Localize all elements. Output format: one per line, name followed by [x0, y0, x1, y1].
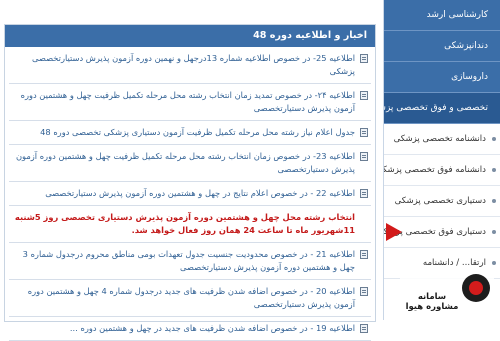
bullet-icon [492, 199, 496, 203]
bullet-icon [492, 261, 496, 265]
document-icon [360, 287, 368, 296]
document-icon [360, 91, 368, 100]
list-item[interactable]: اطلاعیه 21 - در خصوص محدودیت جنسیت جدول … [9, 243, 371, 280]
panel-title: اخبار و اطلاعیه دوره 48 [5, 25, 375, 47]
news-panel: اخبار و اطلاعیه دوره 48 اطلاعیه 25- در خ… [4, 24, 376, 341]
list-item[interactable]: اطلاعیه 25- در خصوص اطلاعیه شماره 13درجه… [9, 47, 371, 84]
sidebar-subitem-label: دانشنامه فوق تخصصی پزشکی [384, 165, 486, 175]
list-item-text: اطلاعیه 22 - در خصوص اعلام نتایج در چهل … [45, 188, 355, 198]
list-item[interactable]: اطلاعیه ۲۴- در خصوص تمدید زمان انتخاب رش… [9, 84, 371, 121]
bullet-icon [492, 137, 496, 141]
list-item[interactable]: اطلاعیه 20 - در خصوص اضافه شدن ظرفیت های… [9, 280, 371, 317]
bullet-icon [492, 230, 496, 234]
list-item-text: اطلاعیه 25- در خصوص اطلاعیه شماره 13درجه… [32, 53, 355, 76]
news-list: اطلاعیه 25- در خصوص اطلاعیه شماره 13درجه… [5, 47, 375, 341]
document-icon [360, 189, 368, 198]
document-icon [360, 128, 368, 137]
document-icon [360, 152, 368, 161]
sidebar-subitem[interactable]: دانشنامه تخصصی پزشکی [384, 124, 500, 155]
list-item-text: اطلاعیه 21 - در خصوص محدودیت جنسیت جدول … [22, 249, 355, 272]
list-item-text: اطلاعیه ۲۴- در خصوص تمدید زمان انتخاب رش… [20, 90, 355, 113]
sidebar-subitem[interactable]: دستیاری تخصصی پزشکی [384, 186, 500, 217]
sidebar-item-label: کارشناسی ارشد [426, 10, 488, 20]
sidebar-subitem-label: دستیاری تخصصی پزشکی [394, 196, 486, 206]
list-item-text: جدول اعلام نیاز رشته محل مرحله تکمیل ظرف… [40, 127, 355, 137]
sidebar-item-pharmacy[interactable]: داروسازی [384, 62, 500, 93]
sidebar-item-label: تخصصی و فوق تخصصی پزشکی [384, 103, 488, 113]
sidebar-item-masters[interactable]: کارشناسی ارشد [384, 0, 500, 31]
watermark-text: سامانه مشاوره هیوا [405, 292, 459, 312]
logo-icon [462, 274, 490, 302]
page: کارشناسی ارشد دندانپزشکی داروسازی تخصصی … [0, 0, 500, 341]
sidebar-item-label: دندانپزشکی [444, 41, 488, 51]
list-item[interactable]: اطلاعیه 22 - در خصوص اعلام نتایج در چهل … [9, 182, 371, 206]
document-icon [360, 54, 368, 63]
red-arrow-icon [386, 223, 402, 241]
sidebar-item-label: داروسازی [451, 72, 488, 82]
sidebar-subitem[interactable]: دانشنامه فوق تخصصی پزشکی [384, 155, 500, 186]
list-item-text: اطلاعیه 20 - در خصوص اضافه شدن ظرفیت های… [27, 286, 355, 309]
sidebar-item-specialty[interactable]: تخصصی و فوق تخصصی پزشکی [384, 93, 500, 124]
sidebar-subitem-label: دانشنامه تخصصی پزشکی [393, 134, 486, 144]
watermark: سامانه مشاوره هیوا [400, 270, 494, 316]
list-item-text: اطلاعیه 19 - در خصوص اضافه شدن ظرفیت های… [69, 323, 355, 333]
document-icon [360, 324, 368, 333]
list-item[interactable]: اطلاعیه 19 - در خصوص اضافه شدن ظرفیت های… [9, 317, 371, 341]
sidebar-subitem-highlighted[interactable]: دستیاری فوق تخصصی پزشکی [384, 217, 500, 248]
document-icon [360, 250, 368, 259]
sidebar-subitem-label: ارتقا... / دانشنامه [422, 258, 486, 268]
list-item[interactable]: اطلاعیه 23- در خصوص زمان انتخاب رشته محل… [9, 145, 371, 182]
list-item-text: اطلاعیه 23- در خصوص زمان انتخاب رشته محل… [15, 151, 355, 174]
list-item[interactable]: جدول اعلام نیاز رشته محل مرحله تکمیل ظرف… [9, 121, 371, 145]
list-item-text: انتخاب رشته محل چهل و هشتمین دوره آزمون … [14, 212, 355, 235]
list-item-highlight[interactable]: انتخاب رشته محل چهل و هشتمین دوره آزمون … [9, 206, 371, 243]
sidebar-item-dentistry[interactable]: دندانپزشکی [384, 31, 500, 62]
bullet-icon [492, 168, 496, 172]
